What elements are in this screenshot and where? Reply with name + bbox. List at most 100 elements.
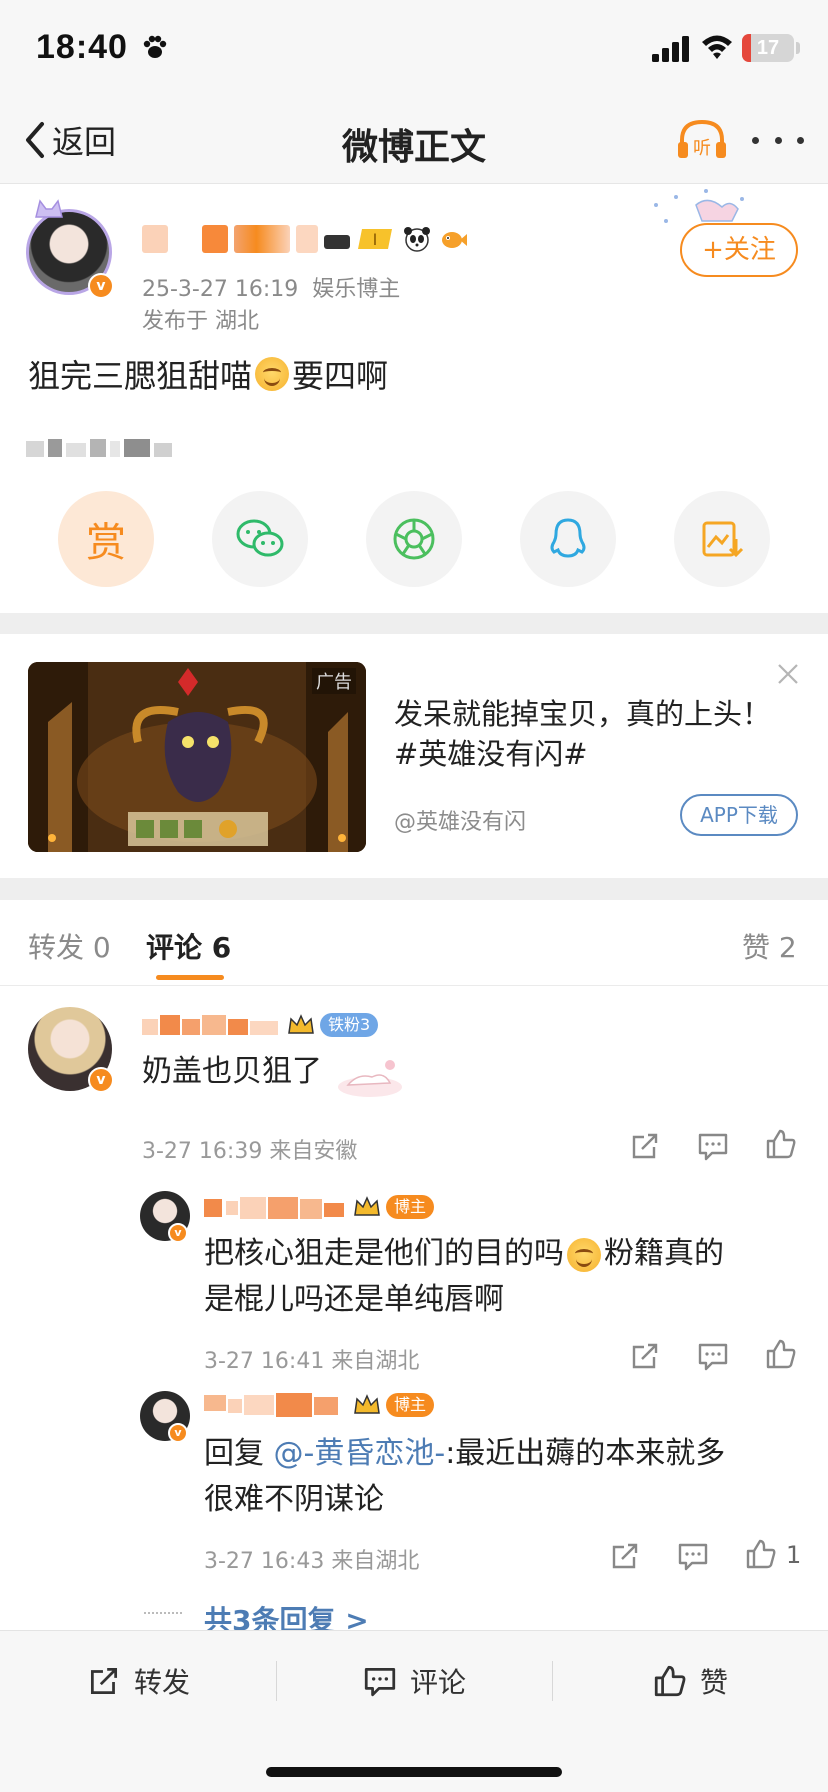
replier-name-redacted[interactable]: 博主 [204,1193,435,1221]
repost-button[interactable]: 转发 [86,1661,190,1701]
more-options-button[interactable] [752,116,804,164]
redacted-name [142,1015,278,1035]
section-divider [0,878,828,900]
reply-meta: 3-27 16:43 来自湖北 [204,1549,420,1574]
reward-button[interactable]: 赏 [58,491,154,587]
image-download-icon [702,521,744,558]
share-wechat-button[interactable] [212,491,308,587]
verified-badge: v [168,1223,188,1243]
comment-button[interactable]: 评论 [362,1661,466,1701]
redacted-name [204,1393,338,1417]
share-qq-button[interactable] [520,491,616,587]
ad-card[interactable]: 广告 发呆就能掉宝贝，真的上头！#英雄没有闪# @英雄没有闪 APP下载 [0,634,828,878]
reward-label: 赏 [86,520,126,566]
post-location: 发布于 湖北 [142,309,259,334]
like-label: 赞 [700,1666,729,1699]
close-icon[interactable] [776,662,800,686]
verified-badge: v [88,273,114,299]
reply-text: 把核心狙走是他们的目的吗 粉籍真的 是棍儿吗还是单纯唇啊 [204,1231,804,1323]
follow-button[interactable]: +关注 [680,223,798,277]
comment-icon[interactable] [696,1129,730,1163]
paw-icon [143,35,167,58]
section-divider [0,613,828,634]
ad-headline[interactable]: 发呆就能掉宝贝，真的上头！#英雄没有闪# [394,694,784,774]
share-row: 赏 [0,491,828,591]
post-meta: 25-3-27 16:19 娱乐博主 [142,271,400,303]
ad-tag: 广告 [312,668,356,694]
more-dot [774,136,782,144]
thumbs-up-icon[interactable] [764,1127,798,1161]
svg-text:I: I [373,230,378,249]
status-time: 18:40 [36,28,128,66]
status-bar: 18:40 17 [0,0,828,96]
comment-icon[interactable] [696,1339,730,1373]
cellular-signal-icon [652,36,689,62]
more-dot [797,136,804,144]
comment-icon [364,1667,396,1697]
wechat-icon [236,519,284,557]
repost-icon[interactable] [628,1129,662,1163]
author-tag: 娱乐博主 [312,277,401,302]
redacted-block [296,225,318,253]
like-button[interactable]: 赞 [652,1661,728,1701]
repost-icon[interactable] [628,1339,662,1373]
moments-icon [393,518,435,560]
post-text-part: 狙完三腮狙甜喵 [28,357,253,395]
verified-badge: v [88,1067,114,1093]
redacted-block [324,235,350,249]
divider [276,1661,277,1701]
reply-text-part: 很难不阴谋论 [204,1482,384,1517]
reply-meta: 3-27 16:41 来自湖北 [204,1349,420,1374]
wifi-icon [702,35,732,59]
thumbs-up-icon[interactable] [764,1337,798,1371]
battery-tip [796,42,800,54]
repost-label: 转发 [134,1666,191,1699]
smile-emoji-icon [255,357,290,391]
author-badge: 博主 [386,1195,435,1219]
thumbs-up-icon [654,1665,686,1697]
battery-indicator: 17 [742,34,794,62]
interaction-tabs: 转发 0 评论 6 赞 2 [0,900,828,986]
tab-like[interactable]: 赞 2 [742,926,797,966]
smile-emoji-icon [567,1237,601,1272]
home-indicator [266,1767,562,1777]
reply-prefix: 回复 [204,1436,274,1471]
commenter-name-redacted[interactable]: 铁粉3 [142,1011,379,1039]
nav-bar: 返回 微博正文 听 [0,96,828,184]
author-name-redacted[interactable]: I [142,223,468,255]
app-download-button[interactable]: APP下载 [680,794,798,836]
crown-icon [354,1394,380,1414]
divider [552,1661,553,1701]
ad-source[interactable]: @英雄没有闪 [394,804,526,836]
replies-connector [144,1612,182,1614]
share-moments-button[interactable] [366,491,462,587]
redacted-block [234,225,290,253]
reply-text: 回复 @-黄昏恋池-:最近出薅的本来就多 很难不阴谋论 [204,1431,804,1523]
comment-list: v 铁粉3 奶盖也贝狙了 3-27 16:39 来自安徽 v 博主 把核心狙走是… [0,987,828,1637]
comment-label: 评论 [410,1666,467,1699]
active-tab-indicator [156,975,224,980]
sleeping-cat-decoration-icon [338,1060,402,1097]
tab-repost[interactable]: 转发 0 [28,926,111,966]
thumbs-up-icon[interactable] [744,1537,778,1571]
cat-ear-frame-icon [35,199,63,218]
redacted-block [202,225,228,253]
author-badge: 博主 [386,1393,435,1417]
mention-link[interactable]: @-黄昏恋池- [274,1436,446,1471]
redacted-topic [26,439,172,457]
battery-percent: 17 [756,37,780,59]
tab-comment[interactable]: 评论 6 [146,926,231,966]
panda-icon [404,227,430,252]
headphones-listen-icon[interactable]: 听 [676,116,728,164]
comment-icon[interactable] [676,1539,710,1573]
replier-name-redacted[interactable]: 博主 [204,1391,435,1419]
like-count: 1 [786,1541,802,1569]
post-text: 狙完三腮狙甜喵 要四啊 [28,351,388,397]
repost-icon[interactable] [608,1539,642,1573]
reply-text-part: :最近出薅的本来就多 [445,1436,726,1471]
crown-icon [354,1196,380,1216]
ad-image[interactable]: 广告 [28,662,366,852]
comment-text: 奶盖也贝狙了 [142,1054,322,1089]
fish-icon [442,232,467,248]
save-image-button[interactable] [674,491,770,587]
